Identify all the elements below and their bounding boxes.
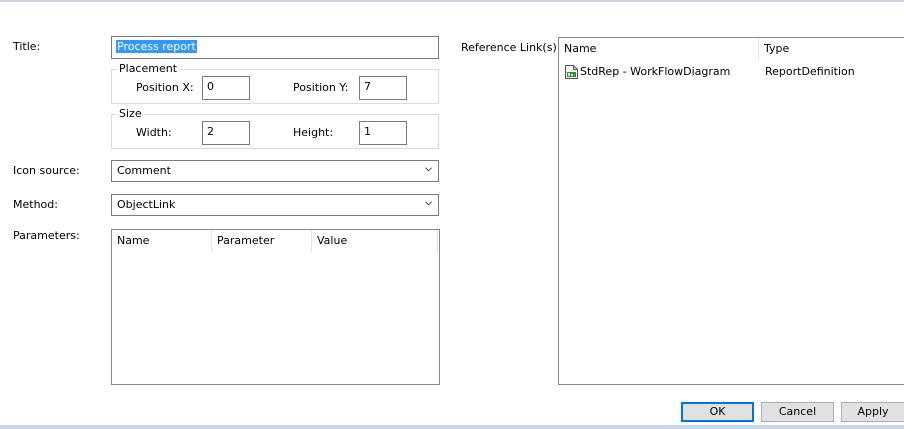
cancel-button[interactable]: Cancel [761, 402, 834, 422]
position-y-label: Position Y: [293, 81, 349, 94]
bottom-border [0, 425, 904, 429]
parameters-column-value[interactable]: Value [312, 230, 438, 252]
reference-column-name[interactable]: Name [559, 38, 759, 60]
reference-links-header: Name Type [559, 38, 904, 60]
position-y-input[interactable]: 7 [359, 76, 407, 100]
reference-row-name: StdRep - WorkFlowDiagram [580, 65, 731, 78]
title-input[interactable]: Process report [111, 36, 439, 59]
ok-button[interactable]: OK [681, 402, 754, 422]
placement-group-title: Placement [117, 62, 180, 76]
icon-source-value: Comment [117, 164, 171, 177]
chevron-down-icon [425, 167, 432, 172]
table-row[interactable]: StdRep - WorkFlowDiagram ReportDefinitio… [564, 63, 904, 81]
chevron-down-icon [425, 201, 432, 206]
reference-links-list[interactable]: Name Type StdRep - WorkFlowDiagram Repor… [558, 37, 904, 385]
parameters-column-parameter[interactable]: Parameter [212, 230, 312, 252]
dialog-root: Title: Process report Placement Position… [0, 0, 904, 429]
reference-row-type: ReportDefinition [765, 65, 855, 78]
size-group-title: Size [117, 107, 144, 121]
parameters-list-header: Name Parameter Value [112, 230, 439, 252]
title-input-value: Process report [116, 40, 197, 53]
reference-links-label: Reference Link(s): [461, 41, 561, 54]
icon-source-select[interactable]: Comment [111, 160, 439, 182]
width-label: Width: [136, 126, 172, 139]
apply-button[interactable]: Apply [841, 402, 904, 422]
method-value: ObjectLink [117, 198, 176, 211]
icon-source-label: Icon source: [13, 164, 80, 177]
height-input[interactable]: 1 [359, 121, 407, 145]
parameters-list[interactable]: Name Parameter Value [111, 229, 440, 385]
method-select[interactable]: ObjectLink [111, 194, 439, 216]
height-label: Height: [293, 126, 334, 139]
width-input[interactable]: 2 [202, 121, 250, 145]
top-border [0, 0, 904, 2]
method-label: Method: [13, 198, 58, 211]
parameters-label: Parameters: [13, 229, 80, 242]
reference-column-type[interactable]: Type [759, 38, 904, 60]
title-label: Title: [13, 40, 41, 53]
position-x-label: Position X: [136, 81, 194, 94]
parameters-column-name[interactable]: Name [112, 230, 212, 252]
report-document-icon [565, 65, 578, 79]
position-x-input[interactable]: 0 [202, 76, 250, 100]
